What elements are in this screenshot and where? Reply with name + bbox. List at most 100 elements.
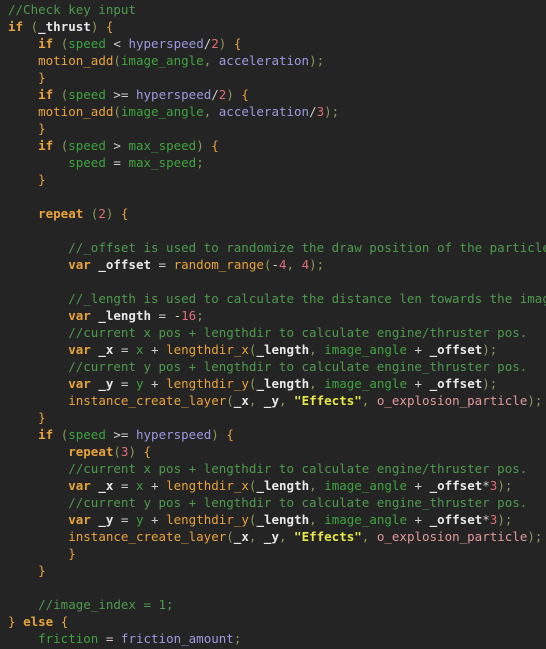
code-line[interactable]: //current y pos + lengthdir to calculate…: [8, 494, 546, 511]
code-line[interactable]: if (speed < hyperspeed/2) {: [8, 35, 546, 52]
token-op: +: [414, 376, 423, 391]
code-line[interactable]: var _offset = random_range(-4, 4);: [8, 256, 546, 273]
token-punct: ): [497, 478, 505, 493]
token-op: >: [113, 138, 121, 153]
token-builtin: speed: [68, 155, 106, 170]
code-line[interactable]: } else {: [8, 613, 546, 630]
token-builtin: image_angle: [120, 104, 204, 119]
token-punct: ;: [196, 308, 204, 323]
token-brace: {: [120, 206, 129, 221]
token-punct: ;: [489, 376, 498, 391]
code-line[interactable]: [8, 222, 546, 239]
code-line[interactable]: var _y = y + lengthdir_y(_length, image_…: [8, 511, 546, 528]
code-line[interactable]: }: [8, 69, 546, 86]
code-line[interactable]: }: [8, 171, 546, 188]
code-line[interactable]: [8, 188, 546, 205]
code-line[interactable]: speed = max_speed;: [8, 154, 546, 171]
code-line[interactable]: }: [8, 409, 546, 426]
code-line[interactable]: if (_thrust) {: [8, 18, 546, 35]
code-line[interactable]: }: [8, 120, 546, 137]
token-punct: ,: [286, 257, 295, 272]
token-local: _y: [98, 376, 114, 391]
token-num: 4: [301, 257, 310, 272]
token-local: _x: [233, 529, 249, 544]
code-line[interactable]: var _x = x + lengthdir_x(_length, image_…: [8, 477, 546, 494]
code-line[interactable]: friction = friction_amount;: [8, 630, 546, 647]
code-line[interactable]: [8, 273, 546, 290]
token-func: lengthdir_x: [166, 342, 249, 357]
code-line[interactable]: if (speed >= hyperspeed/2) {: [8, 86, 546, 103]
token-builtin: x: [135, 342, 144, 357]
code-line[interactable]: }: [8, 562, 546, 579]
token-builtin: max_speed: [128, 138, 197, 153]
token-func: instance_create_layer: [68, 393, 227, 408]
token-op: +: [151, 478, 159, 493]
token-punct: ): [128, 444, 136, 459]
token-op: -: [173, 308, 182, 323]
token-macro: acceleration: [218, 104, 310, 119]
token-op: +: [151, 342, 159, 357]
token-builtin: friction: [38, 631, 99, 646]
code-line[interactable]: //Check key input: [8, 1, 546, 18]
token-punct: ): [497, 512, 505, 527]
code-line[interactable]: //image_index = 1;: [8, 596, 546, 613]
code-line[interactable]: if (speed > max_speed) {: [8, 137, 546, 154]
code-line[interactable]: var _x = x + lengthdir_x(_length, image_…: [8, 341, 546, 358]
code-editor-pane[interactable]: //Check key input if (_thrust) { if (spee…: [0, 0, 546, 649]
token-func: motion_add: [38, 53, 114, 68]
token-comment: //_length is used to calculate the dista…: [68, 291, 546, 306]
token-macro: acceleration: [218, 53, 310, 68]
code-line[interactable]: //current x pos + lengthdir to calculate…: [8, 324, 546, 341]
code-line[interactable]: //current x pos + lengthdir to calculate…: [8, 460, 546, 477]
token-func: lengthdir_y: [166, 512, 249, 527]
code-text-area[interactable]: //Check key input if (_thrust) { if (spee…: [8, 1, 546, 649]
token-brace: }: [38, 563, 46, 578]
code-line[interactable]: //current y pos + lengthdir to calculate…: [8, 358, 546, 375]
code-line[interactable]: var _y = y + lengthdir_y(_length, image_…: [8, 375, 546, 392]
code-line[interactable]: var _length = -16;: [8, 307, 546, 324]
code-line[interactable]: repeat (2) {: [8, 205, 546, 222]
code-line[interactable]: //_length is used to calculate the dista…: [8, 290, 546, 307]
token-punct: ,: [278, 529, 287, 544]
code-line[interactable]: repeat(3) {: [8, 443, 546, 460]
code-line[interactable]: }: [8, 545, 546, 562]
code-line[interactable]: //_offset is used to randomize the draw …: [8, 239, 546, 256]
token-brace: {: [233, 36, 242, 51]
token-comment: //current x pos + lengthdir to calculate…: [68, 461, 528, 476]
token-local: _length: [256, 512, 310, 527]
token-punct: ): [527, 393, 535, 408]
code-line[interactable]: instance_create_layer(_x, _y, "Effects",…: [8, 528, 546, 545]
code-line[interactable]: [8, 579, 546, 596]
code-line[interactable]: instance_create_layer(_x, _y, "Effects",…: [8, 392, 546, 409]
code-line[interactable]: motion_add(image_angle, acceleration);: [8, 52, 546, 69]
token-punct: ;: [233, 631, 242, 646]
code-line[interactable]: if (speed >= hyperspeed) {: [8, 426, 546, 443]
token-local: _length: [256, 478, 310, 493]
code-line[interactable]: motion_add(image_angle, acceleration/3);: [8, 103, 546, 120]
token-punct: (: [113, 444, 121, 459]
